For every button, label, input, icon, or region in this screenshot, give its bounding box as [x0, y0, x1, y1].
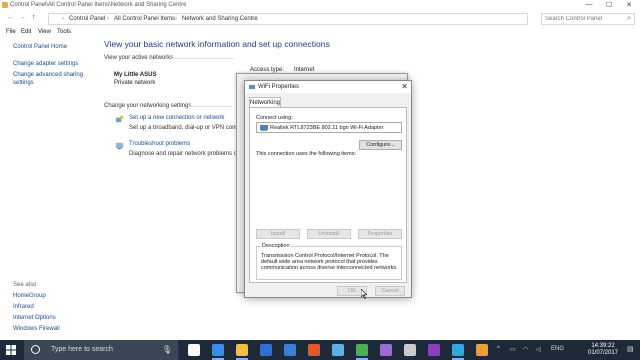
breadcrumb-all-items[interactable]: All Control Panel Items: [114, 16, 175, 22]
breadcrumb-control-panel[interactable]: Control Panel: [69, 16, 105, 22]
chrome-icon[interactable]: [356, 344, 368, 356]
breadcrumb-separator: ›: [107, 16, 109, 22]
network-name: My Little ASUS: [114, 72, 157, 78]
see-also-firewall[interactable]: Windows Firewall: [13, 326, 60, 332]
menu-bar: File Edit View Tools: [0, 28, 640, 37]
see-also-homegroup[interactable]: HomeGroup: [13, 293, 46, 299]
properties-button[interactable]: Properties: [358, 229, 402, 239]
clock-date: 01/07/2017: [587, 350, 619, 356]
new-connection-icon: [115, 115, 124, 123]
store-icon[interactable]: [260, 344, 272, 356]
maximize-button[interactable]: ☐: [602, 1, 616, 9]
media-icon[interactable]: [308, 344, 320, 356]
file-explorer-icon[interactable]: [236, 344, 248, 356]
network-card-icon: [260, 125, 268, 131]
settings-icon[interactable]: [404, 344, 416, 356]
install-button[interactable]: Install: [256, 229, 300, 239]
sidebar: Control Panel Home Change adapter settin…: [0, 38, 100, 340]
connect-using-label: Connect using:: [256, 115, 293, 121]
see-also-infrared[interactable]: Infrared: [13, 304, 34, 310]
taskbar: Type here to search 🎙 ^ ▭ ◠ ◁ ENG 14:39:…: [0, 340, 640, 360]
menu-edit[interactable]: Edit: [21, 29, 31, 35]
taskbar-search-text: Type here to search: [51, 346, 113, 353]
search-input[interactable]: [542, 14, 622, 24]
folder-icon: [2, 2, 8, 8]
breadcrumb-network-sharing[interactable]: Network and Sharing Centre: [182, 16, 258, 22]
adapter-name: Realtek RTL8723BE 802.11 bgn Wi-Fi Adapt…: [270, 125, 384, 131]
windows-start-icon[interactable]: [6, 345, 16, 355]
up-button[interactable]: ↑: [32, 14, 36, 21]
mail-icon[interactable]: [284, 344, 296, 356]
troubleshoot-icon: [115, 142, 124, 150]
control-panel-icon[interactable]: [332, 344, 344, 356]
edge-icon[interactable]: [212, 344, 224, 356]
items-label: This connection uses the following items…: [256, 151, 356, 157]
volume-icon[interactable]: ◁: [536, 346, 541, 353]
search-box[interactable]: ⌕: [541, 13, 635, 25]
onenote-icon[interactable]: [428, 344, 440, 356]
page-title: View your basic network information and …: [104, 39, 330, 49]
clock[interactable]: 14:39:22 01/07/2017: [585, 343, 621, 357]
search-icon[interactable]: ⌕: [627, 15, 631, 23]
forward-button[interactable]: →: [19, 14, 26, 21]
window-title: Control Panel\All Control Panel Items\Ne…: [10, 2, 187, 8]
wifi-properties-dialog: WiFi Properties ✕ Networking Connect usi…: [244, 80, 412, 298]
cortana-icon: [31, 345, 40, 354]
divider: [172, 58, 234, 59]
clock-time: 14:39:22: [591, 343, 615, 349]
skype-icon[interactable]: [452, 344, 464, 356]
sidebar-item-adapter[interactable]: Change adapter settings: [13, 60, 98, 68]
notifications-icon[interactable]: ▤: [627, 345, 634, 353]
items-list[interactable]: [256, 159, 402, 223]
wifi-icon[interactable]: ◠: [523, 346, 528, 353]
window-titlebar: Control Panel\All Control Panel Items\Ne…: [0, 0, 640, 10]
menu-file[interactable]: File: [6, 29, 16, 35]
see-also-internet-options[interactable]: Internet Options: [13, 315, 56, 321]
divider: [188, 106, 232, 107]
people-icon[interactable]: ^: [497, 346, 500, 352]
microphone-icon[interactable]: 🎙: [162, 345, 172, 354]
see-also-heading: See also: [13, 282, 37, 288]
taskbar-search[interactable]: Type here to search 🎙: [24, 340, 178, 360]
setup-connection-link[interactable]: Set up a new connection or network: [129, 115, 224, 121]
setup-connection-desc: Set up a broadband, dial-up or VPN conne: [129, 125, 243, 131]
battery-icon[interactable]: ▭: [510, 346, 516, 353]
sidebar-item-home[interactable]: Control Panel Home: [13, 43, 98, 51]
dialog-title: WiFi Properties: [258, 84, 300, 90]
troubleshoot-desc: Diagnose and repair network problems or …: [129, 151, 248, 157]
breadcrumb-separator: ›: [175, 16, 177, 22]
troubleshoot-link[interactable]: Troubleshoot problems: [129, 141, 190, 147]
menu-view[interactable]: View: [38, 29, 51, 35]
cancel-button[interactable]: Cancel: [375, 286, 405, 296]
uninstall-button[interactable]: Uninstall: [307, 229, 351, 239]
app-icon[interactable]: [380, 344, 392, 356]
configure-button[interactable]: Configure...: [359, 140, 402, 150]
paint-icon[interactable]: [476, 344, 488, 356]
active-networks-label: View your active networks: [104, 55, 174, 61]
back-button[interactable]: ←: [7, 14, 14, 21]
address-bar[interactable]: › Control Panel › All Control Panel Item…: [48, 13, 528, 25]
mouse-pointer-icon: [361, 289, 367, 299]
task-view-icon[interactable]: [188, 344, 200, 356]
sidebar-item-sharing[interactable]: Change advanced sharing settings: [13, 71, 85, 87]
change-settings-label: Change your networking settings: [104, 103, 192, 109]
dialog-close-button[interactable]: ✕: [401, 82, 408, 91]
keyboard-language[interactable]: ENG: [551, 346, 564, 352]
breadcrumb-separator: ›: [62, 16, 64, 22]
networking-panel: Connect using: Realtek RTL8723BE 802.11 …: [249, 107, 407, 283]
dialog-titlebar: WiFi Properties ✕: [245, 81, 411, 93]
description-group: Description Transmission Control Protoco…: [256, 243, 402, 280]
network-type: Private network: [114, 80, 156, 86]
close-button[interactable]: ✕: [622, 1, 636, 9]
description-label: Description: [261, 243, 291, 249]
description-text: Transmission Control Protocol/Internet P…: [261, 253, 398, 271]
adapter-field: Realtek RTL8723BE 802.11 bgn Wi-Fi Adapt…: [256, 122, 402, 133]
minimize-button[interactable]: —: [582, 1, 596, 8]
network-adapter-icon: [249, 85, 255, 89]
menu-tools[interactable]: Tools: [57, 29, 71, 35]
